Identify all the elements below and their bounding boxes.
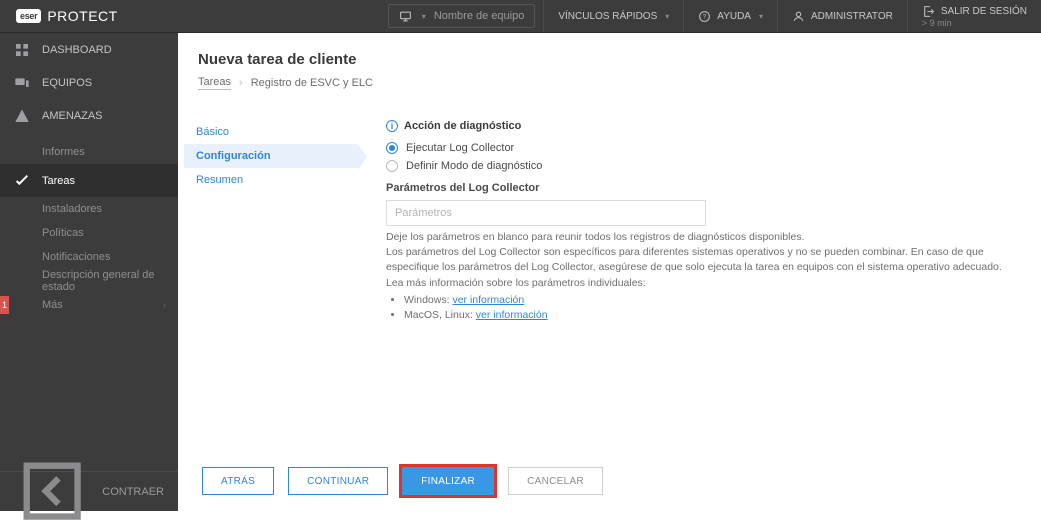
sidebar-item-politicas[interactable]: Políticas xyxy=(0,221,178,245)
info-icon: i xyxy=(386,120,398,132)
sidebar-item-label: DASHBOARD xyxy=(42,44,112,56)
sidebar-item-instaladores[interactable]: Instaladores xyxy=(0,197,178,221)
sidebar-item-label: AMENAZAS xyxy=(42,110,103,122)
help-menu[interactable]: ? AYUDA ▾ xyxy=(683,0,777,32)
params-heading: Parámetros del Log Collector xyxy=(386,182,1017,194)
breadcrumb-tasks[interactable]: Tareas xyxy=(198,76,231,90)
help-text: Deje los parámetros en blanco para reuni… xyxy=(386,230,1017,323)
quicklinks-label: VÍNCULOS RÁPIDOS xyxy=(558,11,657,22)
step-basico[interactable]: Básico xyxy=(184,120,358,144)
sidebar: DASHBOARD EQUIPOS AMENAZAS Informes Tare… xyxy=(0,33,178,511)
page-header: Nueva tarea de cliente Tareas › Registro… xyxy=(178,33,1041,100)
section-heading: i Acción de diagnóstico xyxy=(386,120,1017,132)
step-resumen[interactable]: Resumen xyxy=(184,168,358,192)
chevron-down-icon: ▾ xyxy=(759,12,763,21)
params-placeholder: Parámetros xyxy=(395,207,452,219)
continue-button[interactable]: CONTINUAR xyxy=(288,467,388,495)
tasks-icon xyxy=(14,173,30,189)
li-prefix: MacOS, Linux: xyxy=(404,309,476,321)
sidebar-item-notificaciones[interactable]: Notificaciones xyxy=(0,245,178,269)
sidebar-item-label: Tareas xyxy=(42,175,75,187)
help-line: Deje los parámetros en blanco para reuni… xyxy=(386,230,1017,245)
chevron-down-icon: ▾ xyxy=(422,12,426,21)
topbar: eser PROTECT ▾ Nombre de equipo VÍNCULOS… xyxy=(0,0,1041,33)
monitor-icon xyxy=(399,10,412,23)
radio-label: Ejecutar Log Collector xyxy=(406,142,514,154)
li-prefix: Windows: xyxy=(404,294,452,306)
svg-text:?: ? xyxy=(703,13,707,20)
step-configuracion[interactable]: Configuración xyxy=(184,144,358,168)
step-label: Configuración xyxy=(196,150,271,162)
logout-icon xyxy=(922,5,935,18)
brand: eser PROTECT xyxy=(0,0,134,32)
step-label: Resumen xyxy=(196,174,243,186)
link-mac-info[interactable]: ver información xyxy=(476,309,548,321)
chevron-right-icon: › xyxy=(239,77,243,89)
sidebar-item-estado[interactable]: Descripción general de estado xyxy=(0,269,178,293)
quicklinks-menu[interactable]: VÍNCULOS RÁPIDOS ▾ xyxy=(543,0,683,32)
user-menu[interactable]: ADMINISTRATOR xyxy=(777,0,907,32)
devices-icon xyxy=(14,75,30,91)
logout-timer: > 9 min xyxy=(922,18,952,28)
user-label: ADMINISTRATOR xyxy=(811,11,893,22)
wizard-steps: Básico Configuración Resumen xyxy=(178,100,358,457)
logout-label: SALIR DE SESIÓN xyxy=(941,6,1027,17)
breadcrumb-current: Registro de ESVC y ELC xyxy=(251,77,373,89)
sidebar-collapse[interactable]: CONTRAER xyxy=(0,471,178,511)
warning-icon xyxy=(14,108,30,124)
chevron-right-icon: › xyxy=(163,300,166,310)
radio-label: Definir Modo de diagnóstico xyxy=(406,160,542,172)
dashboard-icon xyxy=(14,42,30,58)
radio-icon xyxy=(386,142,398,154)
sidebar-item-label: Notificaciones xyxy=(42,251,110,263)
badge: 1 xyxy=(0,296,9,314)
sidebar-item-amenazas[interactable]: AMENAZAS xyxy=(0,99,178,132)
finish-button[interactable]: FINALIZAR xyxy=(402,467,494,495)
help-icon: ? xyxy=(698,10,711,23)
collapse-icon xyxy=(14,453,90,529)
help-line: Los parámetros del Log Collector son esp… xyxy=(386,245,1017,275)
brand-name: PROTECT xyxy=(47,8,117,24)
link-windows-info[interactable]: ver información xyxy=(452,294,524,306)
chevron-down-icon: ▾ xyxy=(665,12,669,21)
help-li-mac: MacOS, Linux: ver información xyxy=(404,308,1017,323)
sidebar-item-tareas[interactable]: Tareas xyxy=(0,164,178,197)
sidebar-item-label: Descripción general de estado xyxy=(42,269,178,293)
sidebar-item-label: Políticas xyxy=(42,227,84,239)
search-placeholder: Nombre de equipo xyxy=(434,10,525,22)
back-button[interactable]: ATRÁS xyxy=(202,467,274,495)
sidebar-item-informes[interactable]: Informes xyxy=(0,140,178,164)
main-panel: Nueva tarea de cliente Tareas › Registro… xyxy=(178,33,1041,511)
sidebar-item-label: Más xyxy=(42,299,63,311)
step-label: Básico xyxy=(196,126,229,138)
radio-define-diag-mode[interactable]: Definir Modo de diagnóstico xyxy=(386,160,1017,172)
user-icon xyxy=(792,10,805,23)
computer-search-input[interactable]: ▾ Nombre de equipo xyxy=(388,4,536,28)
help-li-windows: Windows: ver información xyxy=(404,293,1017,308)
radio-run-log-collector[interactable]: Ejecutar Log Collector xyxy=(386,142,1017,154)
collapse-label: CONTRAER xyxy=(102,486,164,498)
section-label: Acción de diagnóstico xyxy=(404,120,521,132)
sidebar-item-label: Informes xyxy=(42,146,85,158)
sidebar-item-label: Instaladores xyxy=(42,203,102,215)
brand-badge: eser xyxy=(16,9,41,23)
form-area: i Acción de diagnóstico Ejecutar Log Col… xyxy=(358,100,1041,457)
footer-buttons: ATRÁS CONTINUAR FINALIZAR CANCELAR xyxy=(178,457,1041,511)
help-line: Lea más información sobre los parámetros… xyxy=(386,276,1017,291)
breadcrumb: Tareas › Registro de ESVC y ELC xyxy=(198,76,1021,90)
logout-button[interactable]: SALIR DE SESIÓN > 9 min xyxy=(907,0,1041,32)
sidebar-item-mas[interactable]: 1 Más › xyxy=(0,293,178,317)
page-title: Nueva tarea de cliente xyxy=(198,51,1021,68)
sidebar-item-label: EQUIPOS xyxy=(42,77,92,89)
radio-icon xyxy=(386,160,398,172)
params-input[interactable]: Parámetros xyxy=(386,200,706,226)
sidebar-item-dashboard[interactable]: DASHBOARD xyxy=(0,33,178,66)
sidebar-item-equipos[interactable]: EQUIPOS xyxy=(0,66,178,99)
cancel-button[interactable]: CANCELAR xyxy=(508,467,603,495)
help-label: AYUDA xyxy=(717,11,751,22)
